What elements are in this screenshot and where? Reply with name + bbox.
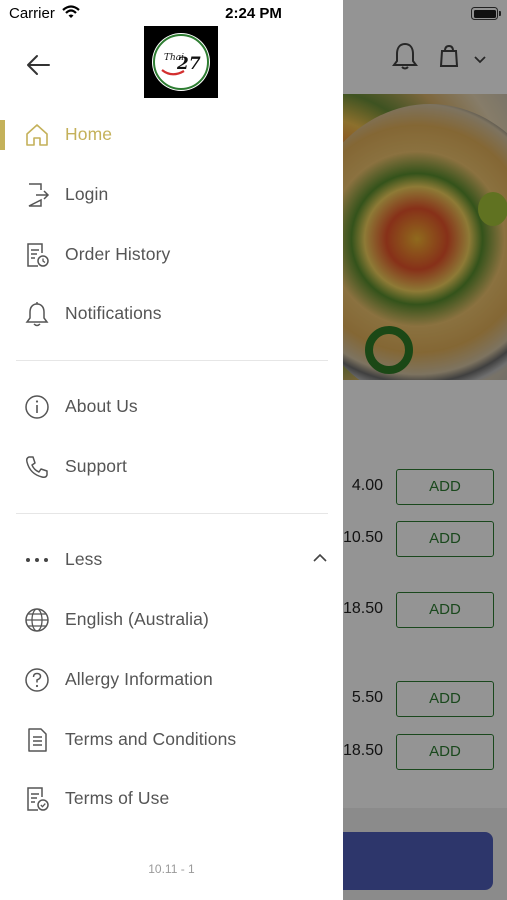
menu-item-order-history[interactable]: Order History (0, 227, 343, 283)
more-dots-icon (26, 558, 48, 562)
menu-item-login[interactable]: Login (0, 167, 343, 223)
menu-item-label: Terms and Conditions (65, 729, 237, 749)
menu-item-label: Terms of Use (65, 788, 170, 808)
menu-item-label: Login (65, 184, 109, 204)
menu-toggle-less[interactable]: Less (0, 532, 343, 588)
menu-item-support[interactable]: Support (0, 439, 343, 495)
home-icon (26, 124, 48, 146)
globe-icon (25, 608, 49, 632)
active-indicator (0, 120, 5, 150)
document-check-icon (27, 787, 49, 811)
login-icon (28, 183, 50, 207)
battery-icon (471, 7, 501, 20)
svg-text:27: 27 (176, 54, 201, 74)
menu-item-language[interactable]: English (Australia) (0, 592, 343, 648)
restaurant-logo: Thai 27 (144, 26, 218, 98)
menu-item-label: Allergy Information (65, 669, 213, 689)
menu-item-label: Less (65, 549, 103, 569)
document-icon (28, 728, 47, 752)
phone-icon (26, 456, 48, 478)
help-circle-icon (25, 668, 49, 692)
menu-item-home[interactable]: Home (0, 107, 343, 163)
menu-item-label: English (Australia) (65, 609, 209, 629)
app-version: 10.11 - 1 (148, 862, 195, 876)
menu-item-allergy-information[interactable]: Allergy Information (0, 652, 343, 708)
info-icon (25, 395, 49, 419)
menu-item-about-us[interactable]: About Us (0, 379, 343, 435)
menu-item-label: Notifications (65, 303, 162, 323)
divider (16, 360, 328, 361)
menu-item-terms-and-conditions[interactable]: Terms and Conditions (0, 712, 343, 768)
chevron-up-icon (313, 553, 327, 562)
back-arrow-icon[interactable] (22, 48, 56, 82)
menu-item-label: About Us (65, 396, 138, 416)
bell-icon (25, 302, 49, 327)
menu-item-terms-of-use[interactable]: Terms of Use (0, 771, 343, 827)
order-history-icon (27, 243, 49, 267)
clock: 2:24 PM (225, 5, 282, 22)
side-drawer: Thai 27 Home Login Order History Notific… (0, 0, 343, 900)
menu-item-notifications[interactable]: Notifications (0, 286, 343, 342)
status-bar: Carrier 2:24 PM (0, 0, 507, 26)
menu-item-label: Home (65, 124, 113, 144)
divider (16, 513, 328, 514)
menu-item-label: Support (65, 456, 127, 476)
menu-item-label: Order History (65, 244, 171, 264)
